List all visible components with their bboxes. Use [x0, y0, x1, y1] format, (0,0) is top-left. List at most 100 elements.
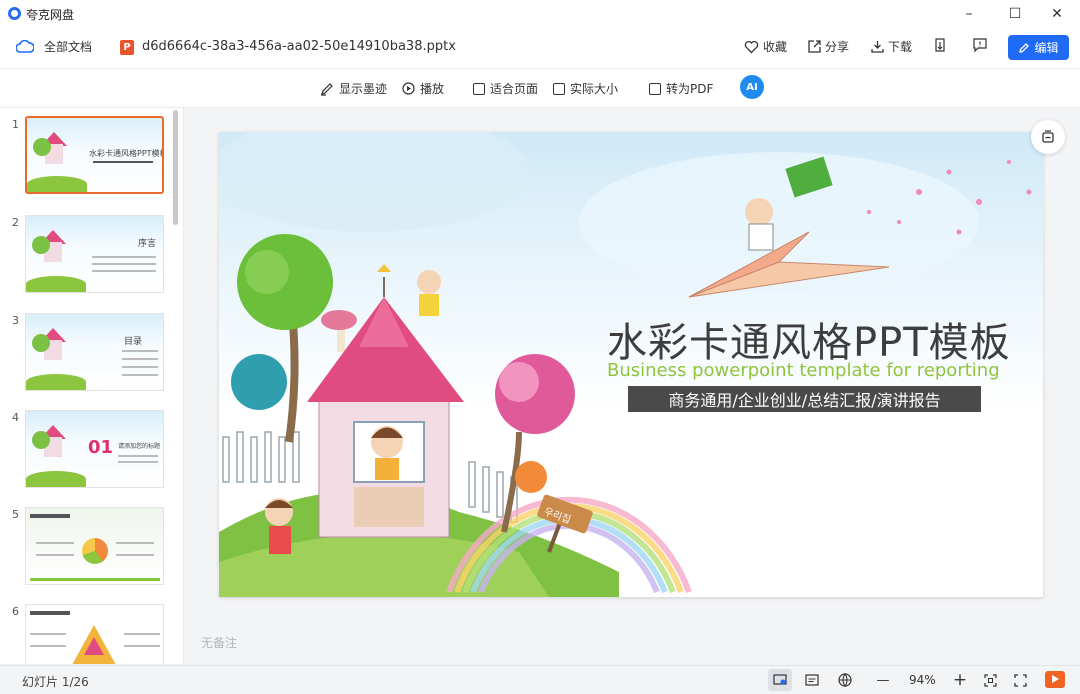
- all-docs-label: 全部文档: [44, 40, 93, 54]
- fit-page-button[interactable]: 适合页面: [473, 80, 538, 97]
- pdf-icon: [649, 82, 661, 95]
- thumbnail-title: 目录: [124, 337, 143, 347]
- thumbnail-big-number: 01: [88, 437, 114, 458]
- minimize-button[interactable]: –: [946, 0, 992, 28]
- thumb-line: [122, 358, 158, 360]
- slide-thumbnail-1[interactable]: 水彩卡通风格PPT模板: [25, 116, 164, 194]
- thumbnail-number: 3: [12, 314, 19, 327]
- file-name: d6d6664c-38a3-456a-aa02-50e14910ba38.ppt…: [142, 39, 456, 54]
- fullscreen-button[interactable]: [1011, 672, 1029, 688]
- play-circle-icon: [402, 82, 415, 95]
- thumb-line: [92, 263, 156, 265]
- favorite-button[interactable]: 收藏: [744, 38, 787, 55]
- slide-thumbnail-6[interactable]: [25, 604, 164, 664]
- thumb-tree: [33, 138, 51, 156]
- thumb-line: [122, 374, 158, 376]
- thumb-line: [30, 611, 70, 615]
- current-slide: 우리집 水彩卡通风格PPT模板 Business powerpoint temp…: [219, 132, 1043, 597]
- slide-subtitle: Business powerpoint template for reporti…: [607, 360, 1000, 381]
- maximize-button[interactable]: ☐: [992, 0, 1038, 28]
- slide-tool-float-button[interactable]: [1031, 120, 1065, 154]
- share-label: 分享: [825, 40, 850, 54]
- thumb-pyramid-top: [84, 637, 104, 655]
- thumb-tree: [32, 236, 50, 254]
- app-logo-icon: [8, 7, 21, 20]
- to-pdf-label: 转为PDF: [666, 82, 714, 96]
- notes-view-icon: [805, 674, 819, 686]
- thumb-line: [30, 578, 160, 581]
- thumb-line: [36, 542, 74, 544]
- thumbnail-scrollbar[interactable]: [173, 110, 178, 225]
- pencil-icon: [1019, 42, 1030, 53]
- thumb-line: [30, 645, 66, 647]
- thumb-line: [118, 455, 158, 457]
- thumbnail-title: 水彩卡通风格PPT模板: [89, 149, 164, 158]
- edit-label: 编辑: [1034, 41, 1059, 55]
- viewer-toolbar: 显示墨迹 播放 适合页面 实际大小 转为PDF AI: [0, 69, 1080, 108]
- slide-thumbnail-3[interactable]: 目录: [25, 313, 164, 391]
- zoom-out-button[interactable]: —: [874, 672, 892, 688]
- ai-assistant-button[interactable]: AI: [740, 75, 764, 99]
- thumb-line: [124, 645, 160, 647]
- normal-view-button[interactable]: [768, 669, 792, 691]
- slideshow-play-icon[interactable]: [1045, 671, 1065, 688]
- thumbnail-number: 2: [12, 216, 19, 229]
- thumb-line: [30, 633, 66, 635]
- actual-size-label: 实际大小: [570, 82, 619, 96]
- thumb-line: [93, 161, 153, 163]
- thumb-line: [122, 366, 158, 368]
- thumb-line: [36, 554, 74, 556]
- thumbnail-title: 序言: [138, 239, 157, 249]
- slide-thumbnail-4[interactable]: 01 请添加您的标题: [25, 410, 164, 488]
- play-label: 播放: [420, 82, 445, 96]
- web-view-button[interactable]: [836, 672, 854, 688]
- notes-view-button[interactable]: [803, 672, 821, 688]
- play-button[interactable]: 播放: [402, 80, 444, 97]
- fit-page-icon: [473, 82, 485, 95]
- thumb-grass: [26, 276, 86, 292]
- title-bar: 夸克网盘 – ☐ ✕: [0, 0, 1080, 28]
- thumbnail-number: 4: [12, 411, 19, 424]
- download-label: 下载: [888, 40, 913, 54]
- share-button[interactable]: 分享: [808, 38, 849, 55]
- feedback-button[interactable]: [973, 38, 987, 52]
- fit-window-icon: [983, 673, 997, 687]
- all-docs-link[interactable]: 全部文档: [16, 38, 92, 55]
- app-name: 夸克网盘: [26, 8, 75, 22]
- notes-placeholder[interactable]: 无备注: [201, 634, 237, 651]
- heart-icon: [744, 40, 759, 53]
- favorite-label: 收藏: [763, 40, 788, 54]
- thumb-grass: [27, 176, 87, 192]
- thumb-line: [118, 461, 158, 463]
- save-to-drive-button[interactable]: [934, 38, 946, 52]
- fit-window-button[interactable]: [981, 672, 999, 688]
- thumb-pie-shape: [82, 538, 108, 564]
- thumb-line: [30, 514, 70, 518]
- thumb-line: [122, 350, 158, 352]
- cloud-icon: [16, 39, 34, 53]
- slide-thumbnail-5[interactable]: [25, 507, 164, 585]
- close-button[interactable]: ✕: [1034, 0, 1080, 28]
- thumb-tree: [32, 431, 50, 449]
- thumbnail-number: 1: [12, 118, 19, 131]
- status-bar: 幻灯片 1/26 — 94% +: [0, 665, 1080, 694]
- thumb-line: [92, 270, 156, 272]
- actual-size-button[interactable]: 实际大小: [553, 80, 618, 97]
- thumbnail-number: 6: [12, 605, 19, 618]
- thumb-line: [116, 542, 154, 544]
- slide-thumbnail-panel: 1 水彩卡通风格PPT模板 2 序言 3 目录 4 01 请添加您的标题 5 6: [0, 108, 184, 664]
- edit-button[interactable]: 编辑: [1008, 35, 1069, 60]
- fit-page-label: 适合页面: [490, 82, 539, 96]
- slide-tagline: 商务通用/企业创业/总结汇报/演讲报告: [628, 386, 981, 412]
- actual-size-icon: [553, 82, 565, 95]
- show-ink-button[interactable]: 显示墨迹: [320, 80, 387, 97]
- to-pdf-button[interactable]: 转为PDF: [649, 80, 713, 97]
- download-button[interactable]: 下载: [871, 38, 912, 55]
- slide-thumbnail-2[interactable]: 序言: [25, 215, 164, 293]
- ink-pen-icon: [321, 82, 333, 96]
- zoom-level[interactable]: 94%: [909, 673, 936, 687]
- zoom-in-button[interactable]: +: [951, 670, 969, 690]
- globe-icon: [838, 673, 852, 687]
- share-icon: [808, 40, 821, 53]
- show-ink-label: 显示墨迹: [339, 82, 388, 96]
